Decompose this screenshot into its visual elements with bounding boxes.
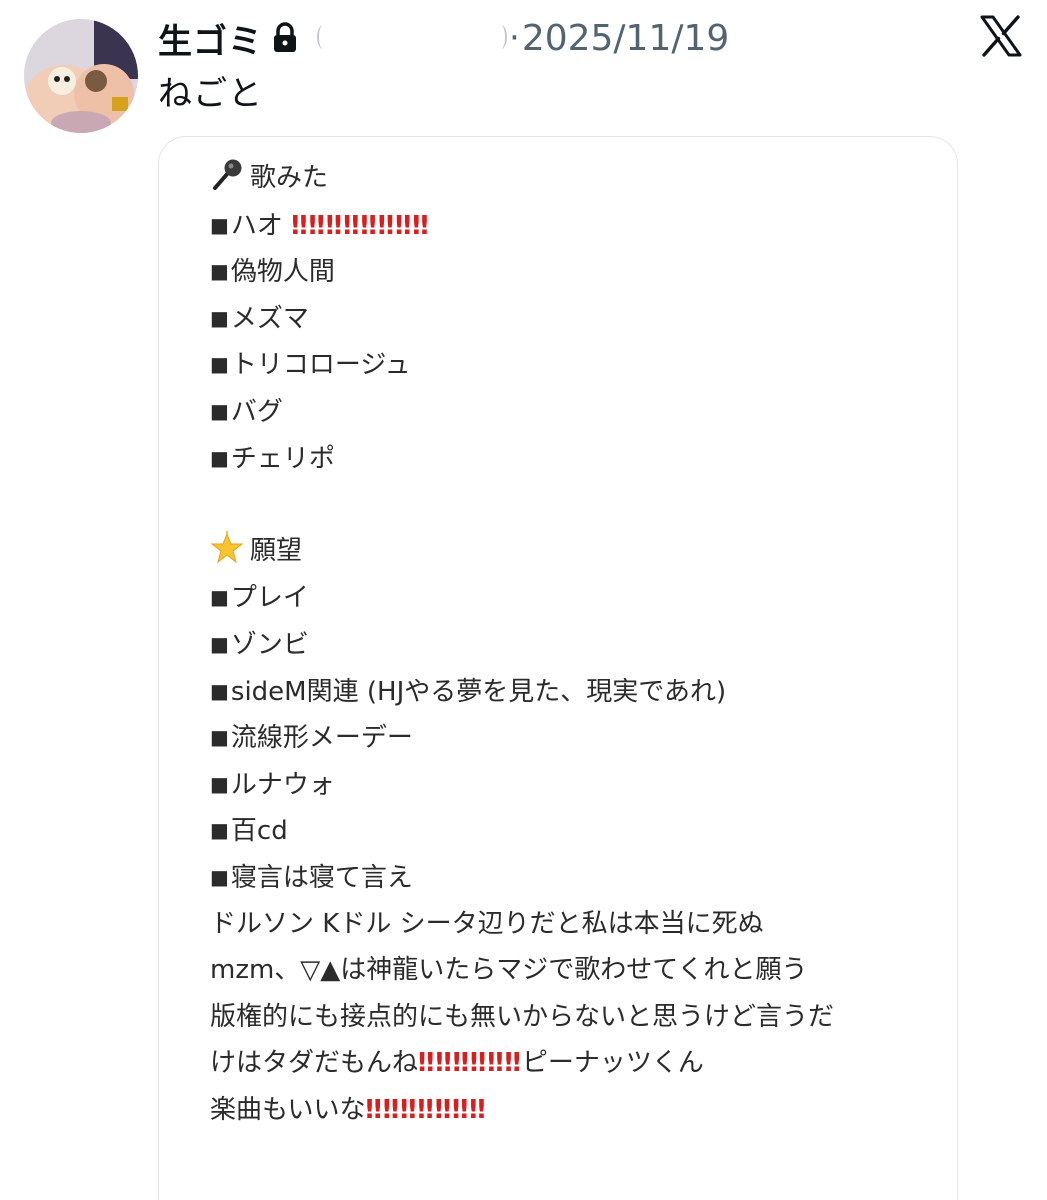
avatar[interactable] xyxy=(24,19,138,133)
list-item: ■トリコロージュ xyxy=(210,350,411,381)
avatar-image xyxy=(24,19,138,133)
list-item: ■偽物人間 xyxy=(210,257,335,288)
display-name[interactable]: 生ゴミ xyxy=(158,14,263,63)
memo-content: 歌みた ■ハオ ‼︎‼︎‼︎‼︎‼︎‼︎‼︎‼︎ ■偽物人間 ■メズマ ■トリコ… xyxy=(210,155,930,1133)
exclamation-marks: ‼︎‼︎‼︎‼︎‼︎‼︎‼︎ xyxy=(365,1094,487,1125)
microphone-icon xyxy=(210,158,244,192)
memo-line: 版権的にも接点的にも無いからないと思うけど言うだ xyxy=(210,1001,835,1032)
list-item: ■sideM関連 (HJやる夢を見た、現実であれ) xyxy=(210,676,727,707)
memo-line: 楽曲もいいな‼︎‼︎‼︎‼︎‼︎‼︎‼︎ xyxy=(210,1094,487,1125)
glowing-star-icon xyxy=(210,530,244,565)
memo-line: mzm、▽▲は神龍いたらマジで歌わせてくれと願う xyxy=(210,955,808,986)
list-item: ■バグ xyxy=(210,396,283,427)
list-item: ■ルナウォ xyxy=(210,769,335,800)
redacted-handle xyxy=(317,21,507,55)
list-item: ■流線形メーデー xyxy=(210,723,413,754)
list-item: ■メズマ xyxy=(210,303,309,334)
list-item: ■ハオ ‼︎‼︎‼︎‼︎‼︎‼︎‼︎‼︎ xyxy=(210,210,430,241)
x-logo-icon[interactable] xyxy=(980,15,1022,57)
list-item: ■ゾンビ xyxy=(210,629,309,660)
exclamation-marks: ‼︎‼︎‼︎‼︎‼︎‼︎‼︎‼︎ xyxy=(291,210,430,241)
list-item: ■プレイ xyxy=(210,583,309,614)
section-heading: 歌みた xyxy=(210,155,930,202)
timestamp[interactable]: 2025/11/19 xyxy=(522,18,730,59)
memo-line: ドルソン Kドル シータ辺りだと私は本当に死ぬ xyxy=(210,908,764,939)
tweet-page: 生ゴミ · 2025/11/19 ねごと 歌みた ■ハオ ‼︎‼︎‼︎‼︎‼︎‼… xyxy=(0,0,1047,1200)
separator-dot: · xyxy=(509,18,520,58)
list-item: ■チェリポ xyxy=(210,443,335,474)
tweet-header: 生ゴミ · 2025/11/19 xyxy=(158,14,729,62)
list-item: ■百cd xyxy=(210,816,288,847)
memo-line: けはタダだもんね‼︎‼︎‼︎‼︎‼︎‼︎ピーナッツくん xyxy=(210,1048,704,1079)
section-title: 願望 xyxy=(250,535,303,566)
exclamation-marks: ‼︎‼︎‼︎‼︎‼︎‼︎ xyxy=(418,1048,522,1079)
section-heading: 願望 xyxy=(210,528,930,575)
lock-icon xyxy=(271,22,299,54)
section-title: 歌みた xyxy=(250,163,329,193)
tweet-text: ねごと xyxy=(158,74,263,114)
list-item: ■寝言は寝て言え xyxy=(210,862,413,893)
